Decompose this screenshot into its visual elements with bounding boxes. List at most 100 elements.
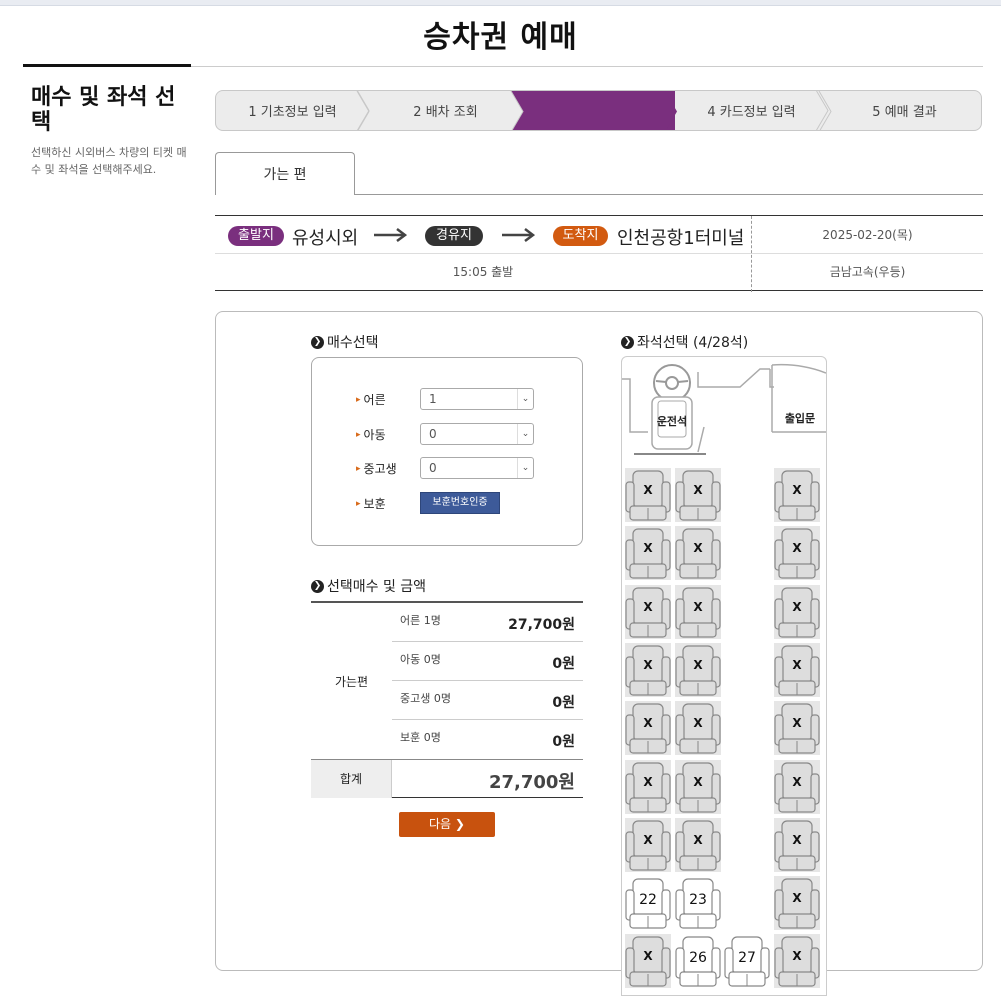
- destination-name: 인천공항1터미널: [617, 228, 745, 249]
- student-count-select[interactable]: 0 ⌄: [420, 457, 534, 479]
- seat-label: X: [792, 774, 802, 789]
- seat-occupied: X: [774, 584, 820, 639]
- step-separator-icon: [816, 91, 829, 130]
- summary-row: 중고생 0명 0원: [392, 681, 583, 720]
- seat-label: X: [792, 949, 802, 964]
- seat-occupied: X: [625, 584, 671, 639]
- count-section-title: 매수선택: [327, 335, 379, 351]
- select-value: 0: [429, 427, 437, 441]
- origin-badge: 출발지: [228, 226, 284, 246]
- count-selector-box: ▸ 어른 1 ⌄ ▸ 아동 0 ⌄ ▸ 중고생 0 ⌄ ▸ 보훈 보훈번호인증: [311, 357, 583, 546]
- count-label: 중고생: [363, 462, 397, 476]
- veteran-cert-button[interactable]: 보훈번호인증: [420, 492, 500, 514]
- seat-available[interactable]: 26: [675, 934, 721, 989]
- summary-total-row: 합계 27,700원: [311, 759, 583, 798]
- seat-label: X: [643, 541, 653, 556]
- next-button[interactable]: 다음 ❯: [399, 812, 495, 837]
- step-label: 2 배차 조회: [413, 105, 478, 120]
- seat-label: X: [643, 483, 653, 497]
- seat-label: X: [792, 891, 802, 906]
- top-strip: [0, 0, 1001, 6]
- count-label: 아동: [363, 428, 386, 442]
- seat-occupied: X: [774, 526, 820, 581]
- seat-label: X: [792, 657, 802, 672]
- seat-occupied: X: [774, 934, 820, 989]
- total-amount: 27,700원: [488, 772, 575, 793]
- seat-occupied: X: [675, 584, 721, 639]
- bus-company: 금남고속(우등): [829, 265, 906, 279]
- seat-available[interactable]: 22: [625, 876, 671, 931]
- step-2: 2 배차 조회: [369, 91, 522, 130]
- step-label: 4 카드정보 입력: [707, 105, 796, 120]
- summary-section-title: 선택매수 및 금액: [327, 579, 427, 595]
- bus-seat-map: 운전석 출입문 X X X X X X X X X X X X X X X X X X X X X 22 23 X X 26 27 X: [621, 356, 827, 996]
- arrow-right-icon: [502, 228, 535, 242]
- summary-row-amount: 0원: [552, 695, 575, 711]
- tab-outbound[interactable]: 가는 편: [215, 152, 355, 195]
- door-label: 출입문: [784, 412, 816, 425]
- seat-label: X: [693, 832, 703, 847]
- summary-row-label: 아동 0명: [400, 653, 441, 666]
- seat-occupied: X: [774, 642, 820, 697]
- chevron-down-icon: ⌄: [517, 458, 533, 478]
- driver-seat-label: 운전석: [656, 415, 688, 428]
- seat-occupied: X: [774, 876, 820, 931]
- sidebar-accent-bar: [23, 64, 191, 67]
- seat-occupied: X: [625, 526, 671, 581]
- seat-label: X: [643, 774, 653, 789]
- summary-row: 아동 0명 0원: [392, 642, 583, 681]
- summary-row-amount: 0원: [552, 656, 575, 672]
- seat-occupied: X: [774, 468, 820, 522]
- seat-label: X: [792, 541, 802, 556]
- adult-count-select[interactable]: 1 ⌄: [420, 388, 534, 410]
- summary-row: 어른 1명 27,700원: [392, 603, 583, 642]
- step-3-active: 3 매수 및 좌석 선택: [522, 91, 675, 130]
- seat-label: X: [693, 657, 703, 672]
- destination-badge: 도착지: [553, 226, 608, 246]
- seat-occupied: X: [625, 759, 671, 814]
- seat-occupied: X: [675, 817, 721, 872]
- seat-label: X: [643, 599, 653, 614]
- seat-available[interactable]: 23: [675, 876, 721, 931]
- seat-label: X: [643, 832, 653, 847]
- step-separator-icon: [357, 91, 370, 130]
- seat-label: X: [792, 716, 802, 731]
- seat-occupied: X: [774, 701, 820, 756]
- price-summary-table: 가는편 어른 1명 27,700원 아동 0명 0원 중고생 0명 0원 보훈 0명 0…: [311, 601, 583, 798]
- next-button-label: 다음: [429, 817, 452, 831]
- seat-label: X: [693, 483, 703, 497]
- summary-row-amount: 0원: [552, 734, 575, 750]
- chevron-down-icon: ⌄: [517, 389, 533, 409]
- step-5: 5 예매 결과: [828, 91, 981, 130]
- seat-occupied: X: [675, 468, 721, 522]
- caret-icon: ▸: [356, 429, 361, 440]
- seat-occupied: X: [625, 934, 671, 989]
- page-title: 승차권 예매: [423, 20, 578, 55]
- seat-section-title: 좌석선택 (4/28석): [637, 335, 749, 351]
- step-1: 1 기초정보 입력: [216, 91, 370, 130]
- child-count-select[interactable]: 0 ⌄: [420, 423, 534, 445]
- seat-occupied: X: [625, 817, 671, 872]
- origin-name: 유성시외: [292, 228, 359, 249]
- summary-section-header: ❯ 선택매수 및 금액: [311, 576, 426, 596]
- summary-group-label: 가는편: [334, 674, 369, 689]
- seat-label: 22: [639, 892, 657, 909]
- via-badge: 경유지: [425, 226, 483, 246]
- step-label: 1 기초정보 입력: [248, 105, 337, 120]
- seat-label: X: [693, 541, 703, 556]
- select-value: 1: [429, 392, 437, 406]
- booking-panel: ❯ 매수선택 ▸ 어른 1 ⌄ ▸ 아동 0 ⌄ ▸ 중고생 0 ⌄ ▸ 보훈 보훈번호인증 …: [215, 311, 983, 996]
- total-label: 합계: [311, 760, 392, 798]
- count-row-student: ▸ 중고생: [356, 460, 397, 477]
- seat-label: X: [643, 949, 653, 964]
- summary-row: 보훈 0명 0원: [392, 720, 583, 759]
- seat-occupied: X: [675, 642, 721, 697]
- seat-available[interactable]: 27: [724, 934, 770, 989]
- step-label: 3 매수 및 좌석 선택: [544, 105, 653, 120]
- count-section-header: ❯ 매수선택: [311, 332, 379, 352]
- summary-row-label: 어른 1명: [400, 614, 441, 627]
- caret-icon: ▸: [356, 394, 361, 405]
- count-row-adult: ▸ 어른: [356, 391, 386, 408]
- summary-row-label: 중고생 0명: [400, 692, 451, 705]
- summary-row-amount: 27,700원: [508, 617, 575, 633]
